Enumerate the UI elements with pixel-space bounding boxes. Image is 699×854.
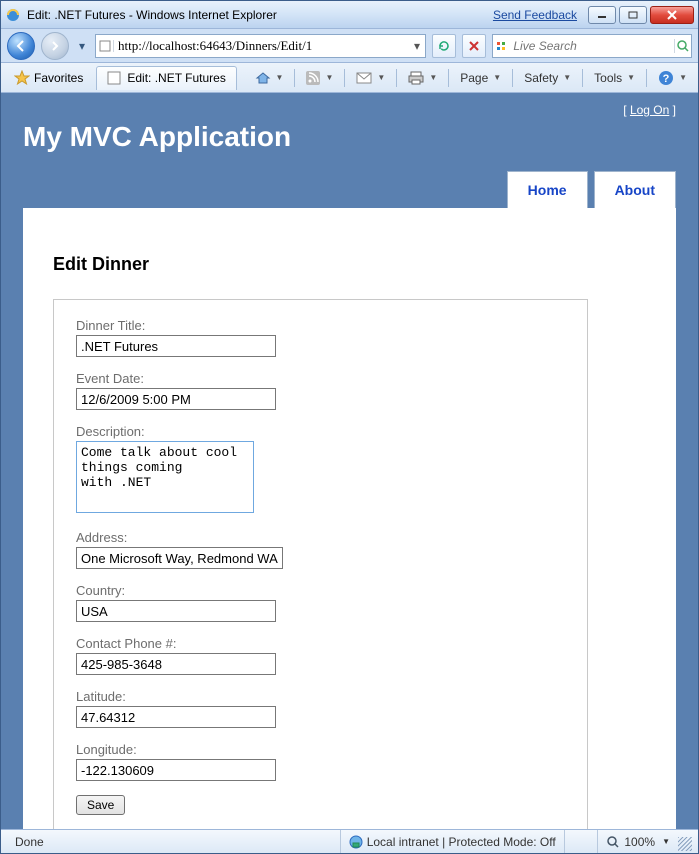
close-button[interactable]: [650, 6, 694, 24]
maximize-button[interactable]: [619, 6, 647, 24]
login-bar: [ Log On ]: [23, 103, 676, 117]
search-button[interactable]: [674, 39, 691, 53]
longitude-input[interactable]: [76, 759, 276, 781]
help-button[interactable]: ?▼: [653, 67, 692, 89]
page-menu[interactable]: Page▼: [455, 67, 506, 89]
bing-icon: [493, 39, 509, 53]
title-bar: Edit: .NET Futures - Windows Internet Ex…: [1, 1, 698, 29]
home-icon: [255, 71, 271, 85]
date-input[interactable]: [76, 388, 276, 410]
favorites-label: Favorites: [34, 71, 83, 85]
address-bar: ▾: [95, 34, 426, 58]
nav-home[interactable]: Home: [507, 171, 588, 208]
mail-button[interactable]: ▼: [351, 67, 390, 89]
phone-label: Contact Phone #:: [76, 636, 565, 651]
page-heading: Edit Dinner: [53, 254, 646, 275]
tools-menu[interactable]: Tools▼: [589, 67, 640, 89]
zone-icon: [349, 835, 363, 849]
home-button[interactable]: ▼: [250, 67, 289, 89]
title-input[interactable]: [76, 335, 276, 357]
resize-grip[interactable]: [678, 837, 692, 851]
logon-link[interactable]: Log On: [630, 103, 669, 117]
stop-button[interactable]: [462, 34, 486, 58]
status-bar: Done Local intranet | Protected Mode: Of…: [1, 829, 698, 853]
save-button[interactable]: Save: [76, 795, 125, 815]
app-title: My MVC Application: [23, 121, 676, 153]
nav-about[interactable]: About: [594, 171, 676, 208]
minimize-button[interactable]: [588, 6, 616, 24]
page-icon: [96, 40, 114, 52]
print-button[interactable]: ▼: [403, 67, 442, 89]
ie-icon: [5, 7, 21, 23]
search-bar: [492, 34, 692, 58]
browser-tab[interactable]: Edit: .NET Futures: [96, 66, 236, 90]
title-label: Dinner Title:: [76, 318, 565, 333]
description-input[interactable]: Come talk about cool things coming with …: [76, 441, 254, 513]
status-zone: Local intranet | Protected Mode: Off: [340, 830, 564, 853]
phone-input[interactable]: [76, 653, 276, 675]
search-input[interactable]: [509, 39, 674, 53]
country-input[interactable]: [76, 600, 276, 622]
feeds-button[interactable]: ▼: [301, 67, 338, 89]
window-title: Edit: .NET Futures - Windows Internet Ex…: [27, 8, 277, 22]
tab-page-icon: [107, 71, 121, 85]
page-content: Edit Dinner Dinner Title: Event Date: De…: [23, 208, 676, 829]
status-progress: [564, 830, 598, 853]
zoom-icon: [606, 835, 620, 849]
latitude-input[interactable]: [76, 706, 276, 728]
tab-title: Edit: .NET Futures: [127, 71, 225, 85]
page-viewport: [ Log On ] My MVC Application Home About…: [1, 93, 698, 829]
zoom-control[interactable]: 100%▼: [597, 830, 678, 853]
recent-pages-dropdown[interactable]: ▾: [75, 34, 89, 58]
country-label: Country:: [76, 583, 565, 598]
address-input-field[interactable]: [76, 547, 283, 569]
help-icon: ?: [658, 70, 674, 86]
status-text: Done: [7, 830, 340, 853]
edit-form: Dinner Title: Event Date: Description: C…: [53, 299, 588, 829]
svg-text:?: ?: [663, 73, 670, 85]
longitude-label: Longitude:: [76, 742, 565, 757]
nav-bar: ▾ ▾: [1, 29, 698, 63]
address-label: Address:: [76, 530, 565, 545]
star-icon: [14, 70, 30, 86]
favorites-bar: Favorites Edit: .NET Futures ▼ ▼ ▼ ▼ Pag…: [1, 63, 698, 93]
mail-icon: [356, 72, 372, 84]
back-button[interactable]: [7, 32, 35, 60]
latitude-label: Latitude:: [76, 689, 565, 704]
safety-menu[interactable]: Safety▼: [519, 67, 576, 89]
print-icon: [408, 71, 424, 85]
refresh-button[interactable]: [432, 34, 456, 58]
browser-window: Edit: .NET Futures - Windows Internet Ex…: [0, 0, 699, 854]
forward-button[interactable]: [41, 32, 69, 60]
send-feedback-link[interactable]: Send Feedback: [493, 8, 577, 22]
address-dropdown[interactable]: ▾: [409, 39, 425, 53]
address-input[interactable]: [114, 35, 409, 57]
date-label: Event Date:: [76, 371, 565, 386]
favorites-button[interactable]: Favorites: [7, 67, 90, 89]
description-label: Description:: [76, 424, 565, 439]
command-bar: ▼ ▼ ▼ ▼ Page▼ Safety▼ Tools▼ ?▼: [250, 67, 692, 89]
rss-icon: [306, 71, 320, 85]
